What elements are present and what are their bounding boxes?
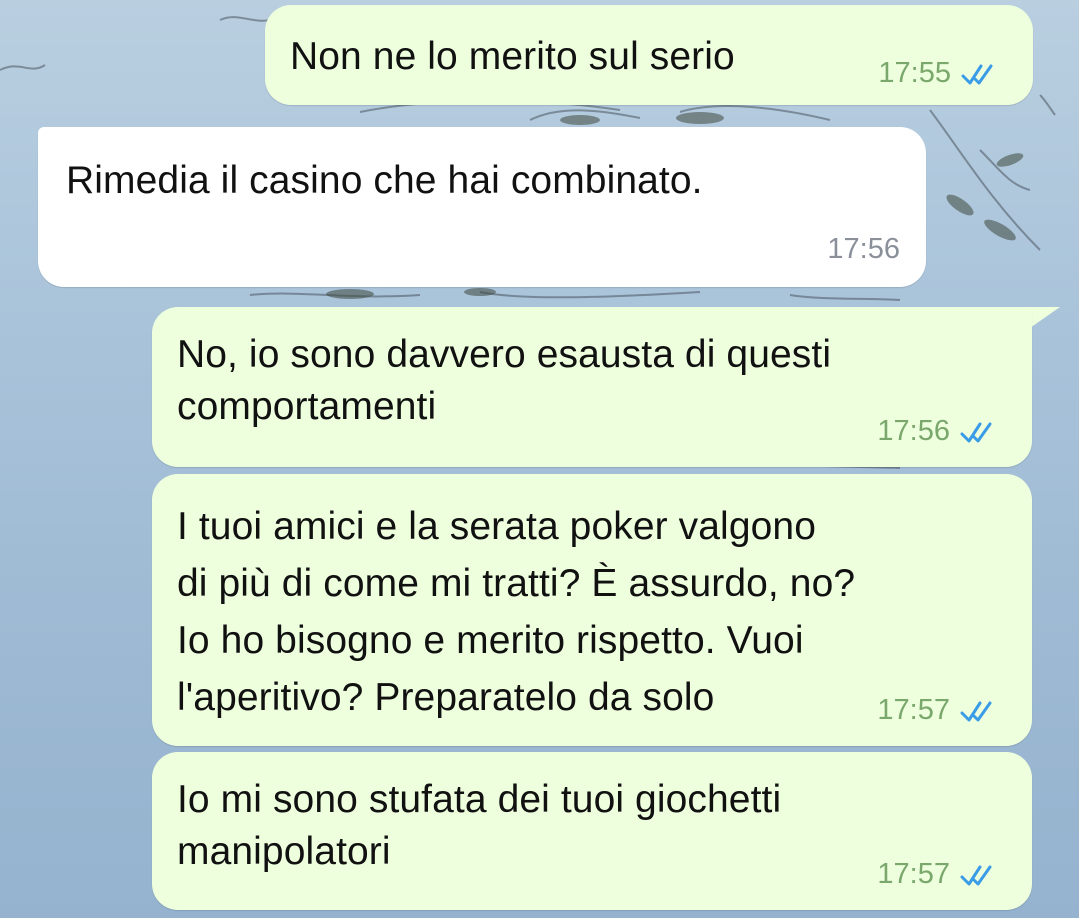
message-bubble-incoming[interactable]: Rimedia il casino che hai combinato. 17:…	[38, 127, 926, 287]
message-time: 17:57	[877, 858, 950, 890]
message-text: Io mi sono stufata dei tuoi giochetti ma…	[177, 778, 782, 873]
message-text: No, io sono davvero esausta di questi co…	[177, 333, 832, 428]
message-bubble-outgoing[interactable]: Io mi sono stufata dei tuoi giochetti ma…	[152, 752, 1032, 910]
message-meta: 17:57	[877, 858, 1000, 891]
message-meta: 17:55	[878, 57, 1001, 90]
message-meta: 17:57	[877, 694, 1000, 727]
message-text: Rimedia il casino che hai combinato.	[66, 159, 703, 202]
message-time: 17:57	[877, 694, 950, 726]
double-check-icon	[960, 863, 1000, 887]
message-time: 17:55	[878, 57, 951, 89]
message-bubble-outgoing[interactable]: Non ne lo merito sul serio 17:55	[265, 5, 1033, 105]
message-time: 17:56	[877, 415, 950, 447]
message-meta: 17:56	[827, 233, 900, 266]
double-check-icon	[960, 420, 1000, 444]
double-check-icon	[961, 62, 1001, 86]
double-check-icon	[960, 699, 1000, 723]
message-text: Non ne lo merito sul serio	[290, 35, 735, 78]
message-meta: 17:56	[877, 415, 1000, 448]
message-bubble-outgoing[interactable]: I tuoi amici e la serata poker valgono d…	[152, 474, 1032, 746]
message-text: I tuoi amici e la serata poker valgono d…	[177, 505, 856, 719]
message-bubble-outgoing[interactable]: No, io sono davvero esausta di questi co…	[152, 307, 1032, 467]
message-time: 17:56	[827, 233, 900, 265]
